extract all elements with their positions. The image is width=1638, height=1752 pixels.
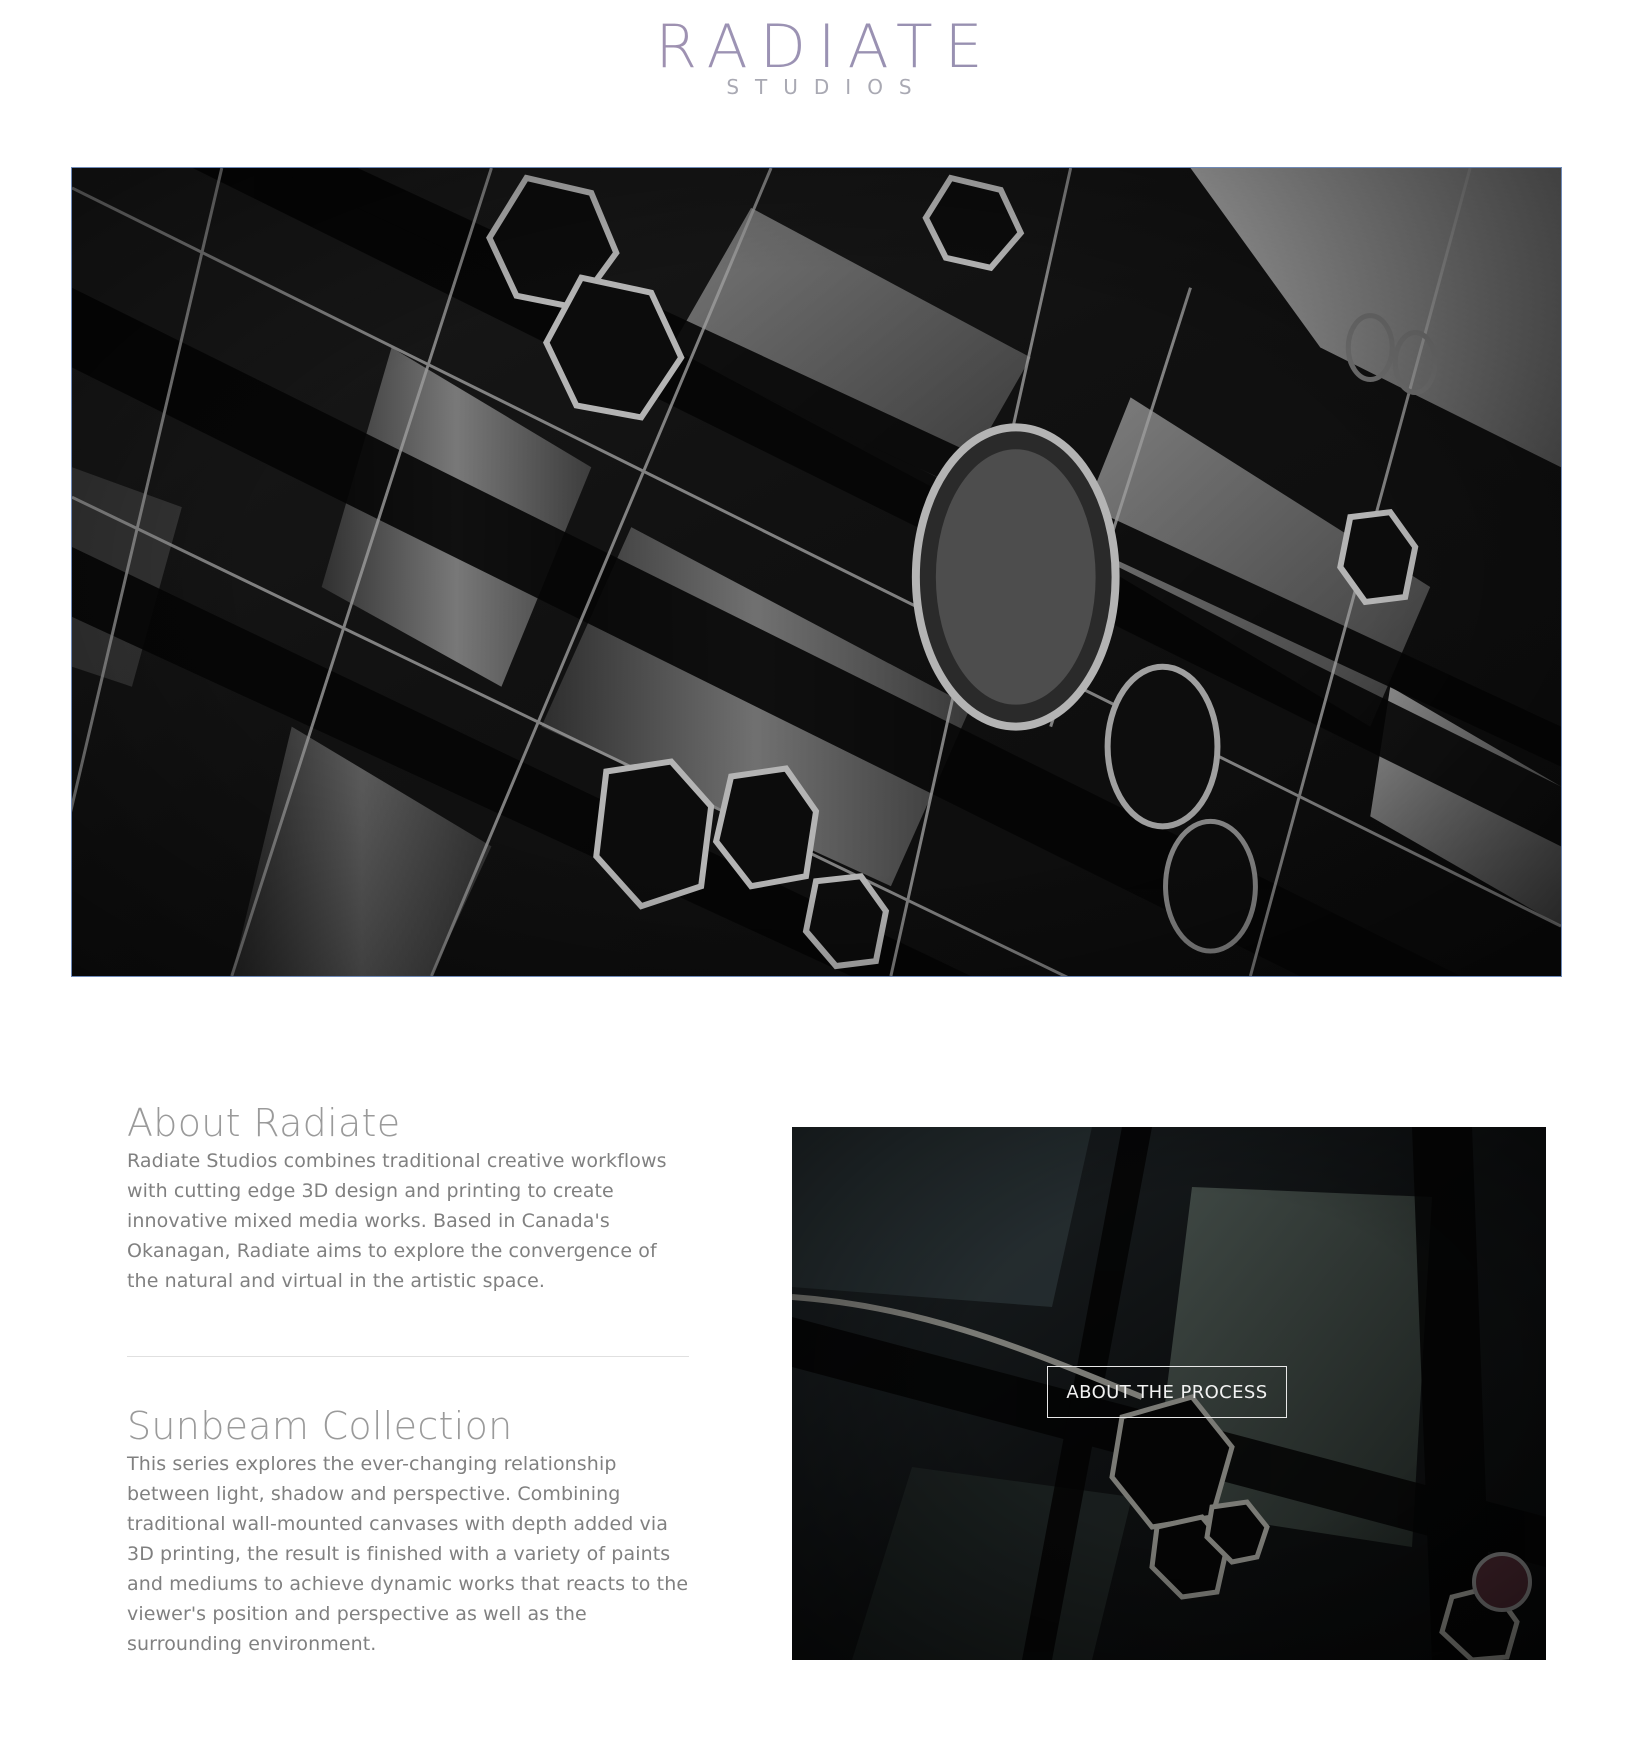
brand-subtitle: STUDIOS	[726, 75, 928, 99]
about-title: About Radiate	[127, 1101, 401, 1145]
brand-name: RADIATE	[0, 14, 1638, 80]
text-column: About Radiate Radiate Studios combines t…	[127, 1100, 691, 1659]
hero-image	[71, 167, 1562, 977]
sunbeam-body: This series explores the ever-changing r…	[127, 1453, 689, 1655]
hero-artwork-graphic	[72, 168, 1561, 976]
about-the-process-button[interactable]: ABOUT THE PROCESS	[1047, 1366, 1287, 1418]
sunbeam-title: Sunbeam Collection	[127, 1404, 513, 1448]
brand-logo[interactable]: RADIATE STUDIOS	[0, 14, 1638, 98]
process-card[interactable]: ABOUT THE PROCESS	[792, 1127, 1546, 1660]
about-body: Radiate Studios combines traditional cre…	[127, 1150, 667, 1292]
section-divider	[127, 1356, 689, 1357]
